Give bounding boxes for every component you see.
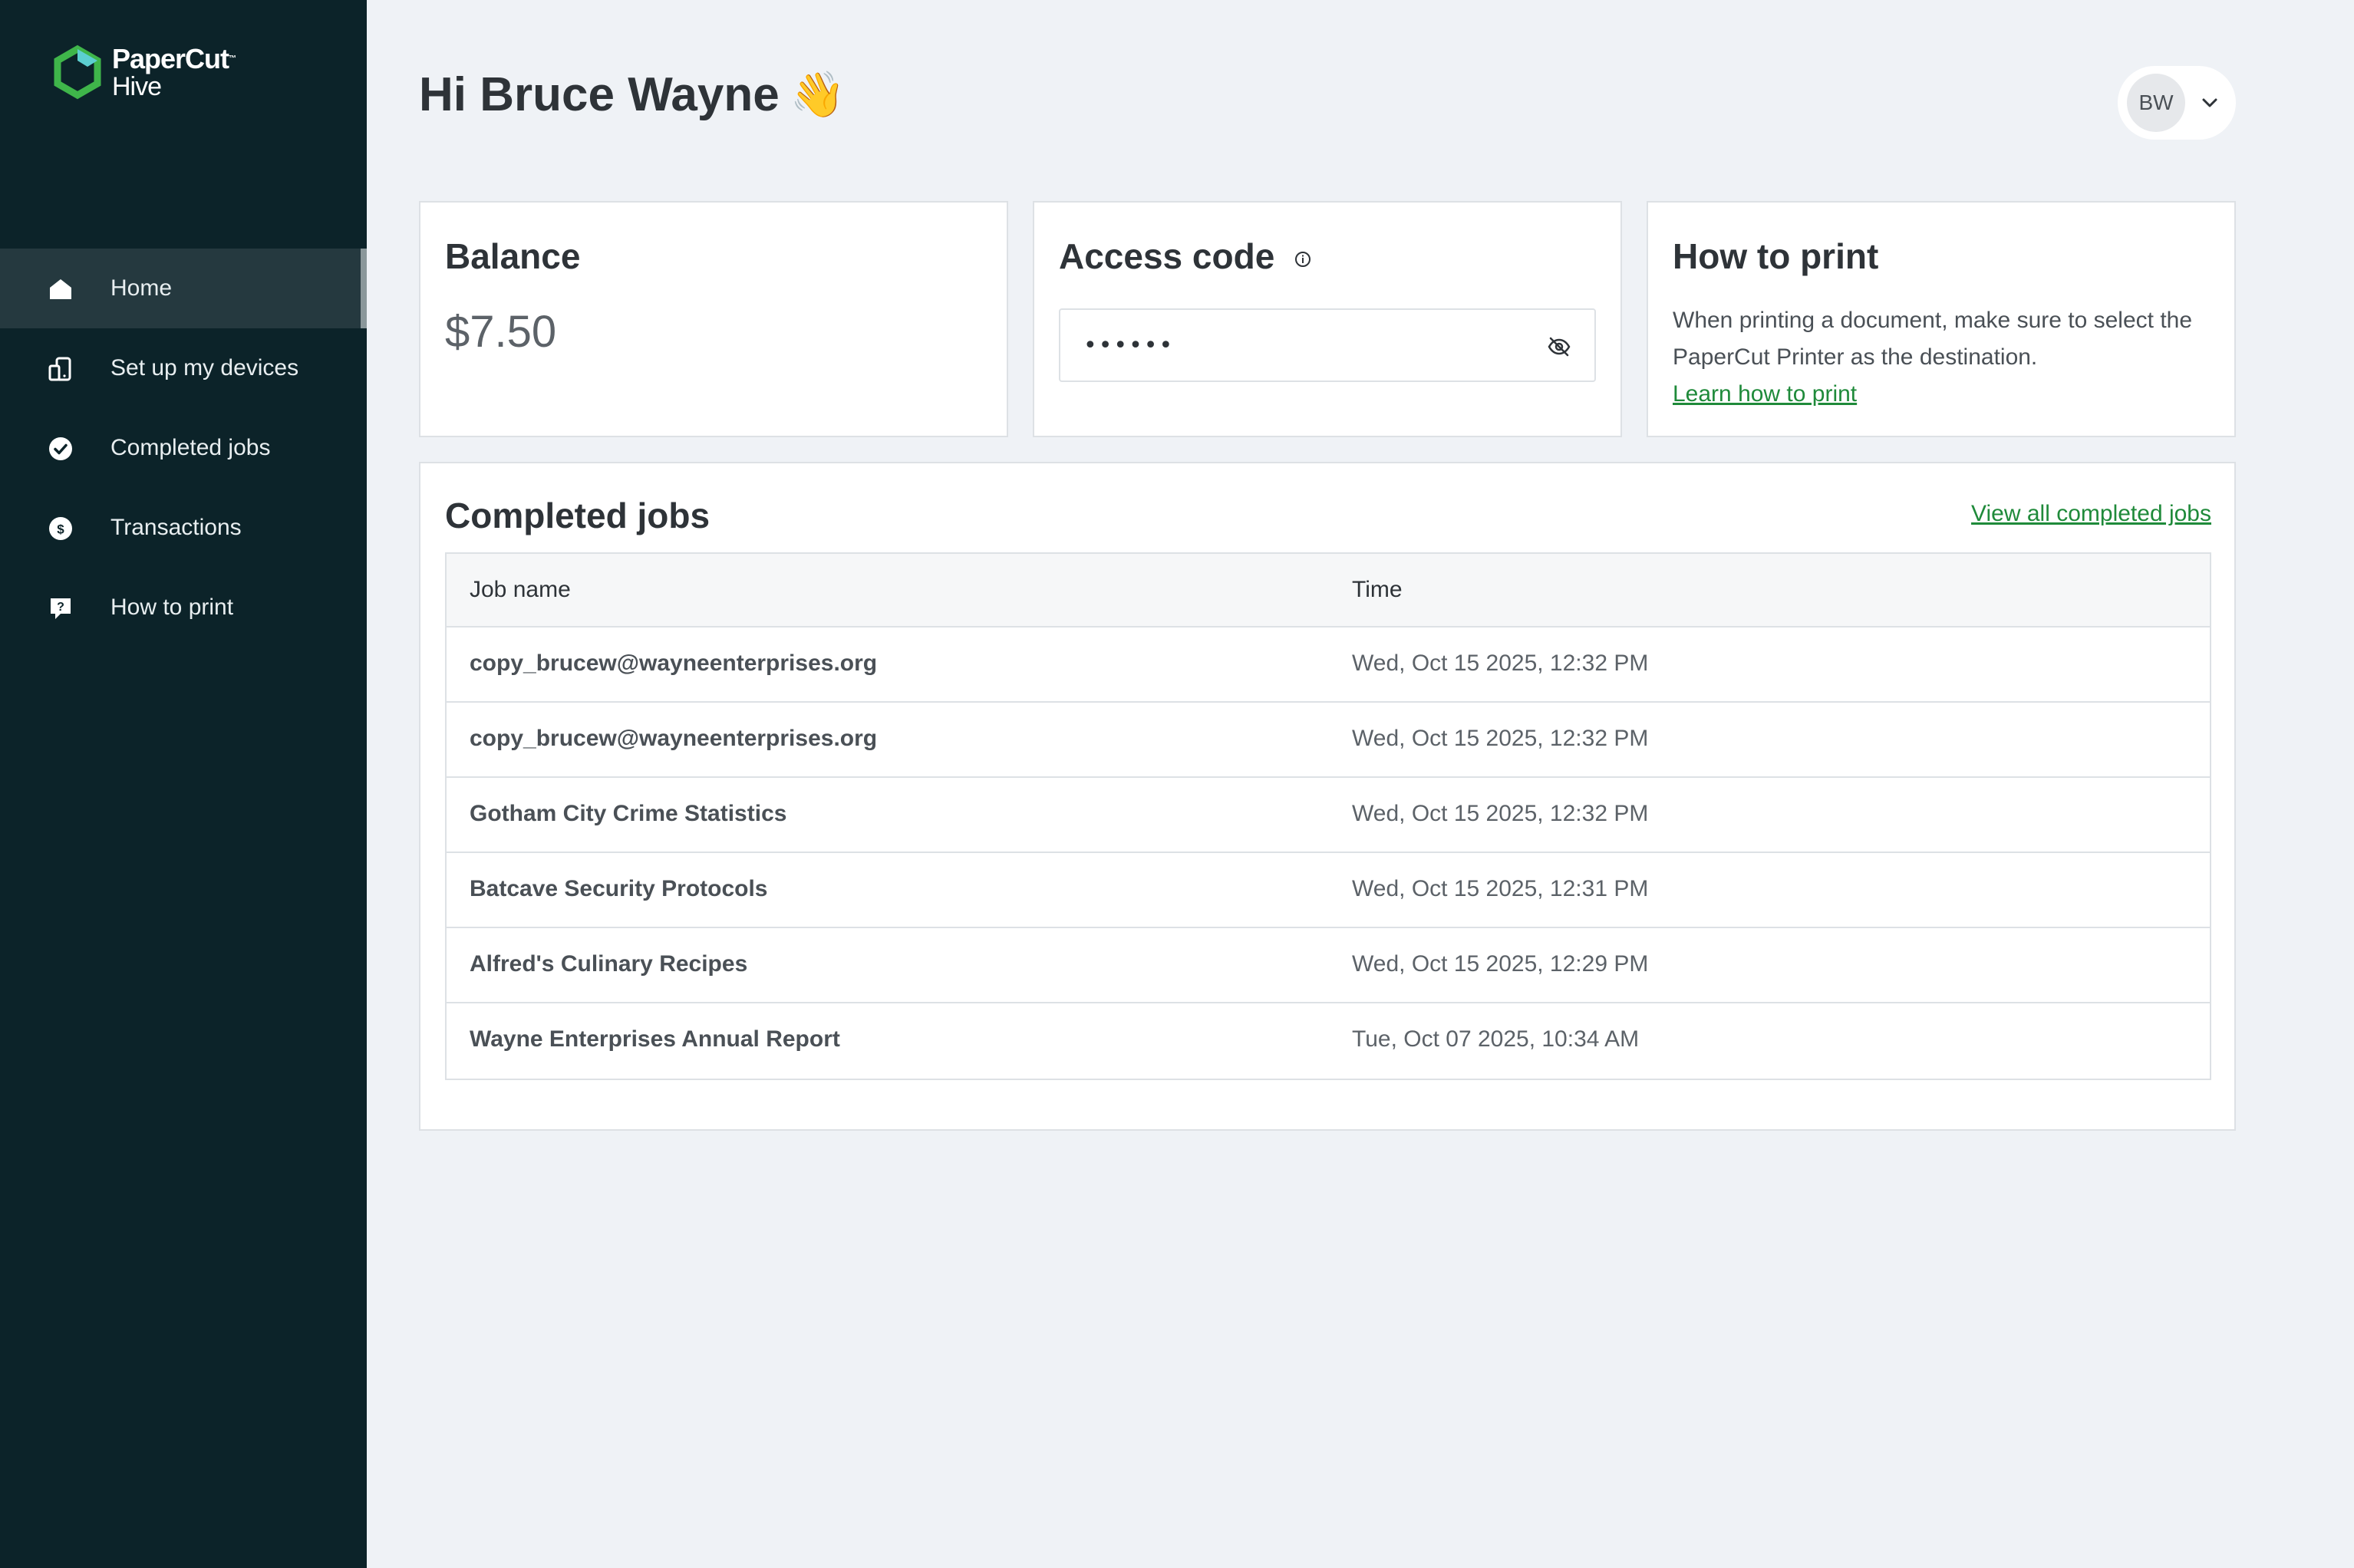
job-time-cell: Wed, Oct 15 2025, 12:32 PM (1352, 726, 1649, 751)
brand-line1: PaperCut (112, 43, 229, 74)
home-icon (48, 276, 74, 302)
job-name-cell: Alfred's Culinary Recipes (470, 951, 748, 977)
greeting-text: Hi Bruce Wayne (419, 68, 780, 121)
user-menu-button[interactable]: BW (2118, 66, 2236, 140)
job-time-cell: Wed, Oct 15 2025, 12:32 PM (1352, 801, 1649, 826)
sidebar-nav: Home Set up my devices Completed jobs $ … (0, 249, 367, 647)
eye-off-icon[interactable] (1545, 333, 1573, 361)
completed-jobs-table: Job name Time copy_brucew@wayneenterpris… (445, 552, 2211, 1080)
view-all-completed-jobs-link[interactable]: View all completed jobs (1971, 499, 2211, 529)
job-time-cell: Wed, Oct 15 2025, 12:29 PM (1352, 951, 1649, 977)
job-time-cell: Tue, Oct 07 2025, 10:34 AM (1352, 1026, 1640, 1052)
job-name-cell: copy_brucew@wayneenterprises.org (470, 726, 878, 751)
job-name-cell: Batcave Security Protocols (470, 876, 768, 901)
job-time-cell: Wed, Oct 15 2025, 12:31 PM (1352, 876, 1649, 901)
access-code-title: Access code (1059, 235, 1312, 278)
job-time-cell: Wed, Oct 15 2025, 12:32 PM (1352, 651, 1649, 676)
how-to-print-title: How to print (1673, 236, 1879, 276)
completed-jobs-title: Completed jobs (445, 496, 710, 535)
info-icon[interactable] (1294, 250, 1312, 268)
how-to-print-text: When printing a document, make sure to s… (1673, 308, 2193, 370)
check-circle-icon (48, 436, 74, 462)
learn-how-to-print-link[interactable]: Learn how to print (1673, 376, 1857, 413)
sidebar-item-home[interactable]: Home (0, 249, 367, 328)
brand-trademark: ™ (229, 54, 236, 63)
sidebar-item-how-to-print[interactable]: ? How to print (0, 568, 367, 647)
access-code-input[interactable] (1083, 331, 1513, 359)
sidebar-item-label: Completed jobs (110, 435, 271, 460)
sidebar: PaperCut™ Hive Home Set up my devices Co… (0, 0, 367, 1568)
table-row[interactable]: copy_brucew@wayneenterprises.org Wed, Oc… (447, 703, 2210, 778)
access-code-title-text: Access code (1059, 236, 1275, 276)
table-row[interactable]: Wayne Enterprises Annual Report Tue, Oct… (447, 1003, 2210, 1079)
job-name-cell: copy_brucew@wayneenterprises.org (470, 651, 878, 676)
sidebar-item-transactions[interactable]: $ Transactions (0, 488, 367, 568)
help-bubble-icon: ? (48, 595, 74, 621)
table-row[interactable]: Gotham City Crime Statistics Wed, Oct 15… (447, 778, 2210, 853)
table-row[interactable]: Alfred's Culinary Recipes Wed, Oct 15 20… (447, 928, 2210, 1003)
access-code-card: Access code (1033, 201, 1622, 437)
balance-title: Balance (445, 236, 581, 276)
hive-logo-icon (54, 44, 101, 100)
sidebar-item-label: Home (110, 275, 173, 301)
column-header-time: Time (1352, 577, 1403, 602)
column-header-job-name: Job name (470, 577, 571, 602)
table-header: Job name Time (447, 554, 2210, 628)
sidebar-item-set-up-devices[interactable]: Set up my devices (0, 328, 367, 408)
job-name-cell: Wayne Enterprises Annual Report (470, 1026, 840, 1052)
access-code-field (1059, 308, 1596, 382)
balance-value: $7.50 (445, 307, 557, 357)
table-row[interactable]: Batcave Security Protocols Wed, Oct 15 2… (447, 853, 2210, 928)
how-to-print-card: How to print When printing a document, m… (1647, 201, 2236, 437)
dollar-circle-icon: $ (48, 516, 74, 542)
devices-icon (48, 356, 74, 382)
sidebar-item-label: How to print (110, 595, 234, 620)
chevron-down-icon (2202, 98, 2217, 107)
svg-text:?: ? (57, 601, 64, 614)
brand-line2: Hive (112, 72, 162, 101)
sidebar-item-label: Set up my devices (110, 355, 299, 380)
avatar: BW (2127, 74, 2185, 132)
balance-card: Balance $7.50 (419, 201, 1008, 437)
wave-emoji-icon: 👋 (790, 69, 846, 120)
table-row[interactable]: copy_brucew@wayneenterprises.org Wed, Oc… (447, 628, 2210, 703)
completed-jobs-card: Completed jobs View all completed jobs J… (419, 462, 2236, 1131)
page-greeting: Hi Bruce Wayne 👋 (419, 68, 846, 122)
sidebar-item-label: Transactions (110, 515, 242, 540)
svg-text:$: $ (57, 522, 64, 537)
sidebar-item-completed-jobs[interactable]: Completed jobs (0, 408, 367, 488)
job-name-cell: Gotham City Crime Statistics (470, 801, 787, 826)
papercut-hive-logo[interactable]: PaperCut™ Hive (49, 44, 236, 101)
